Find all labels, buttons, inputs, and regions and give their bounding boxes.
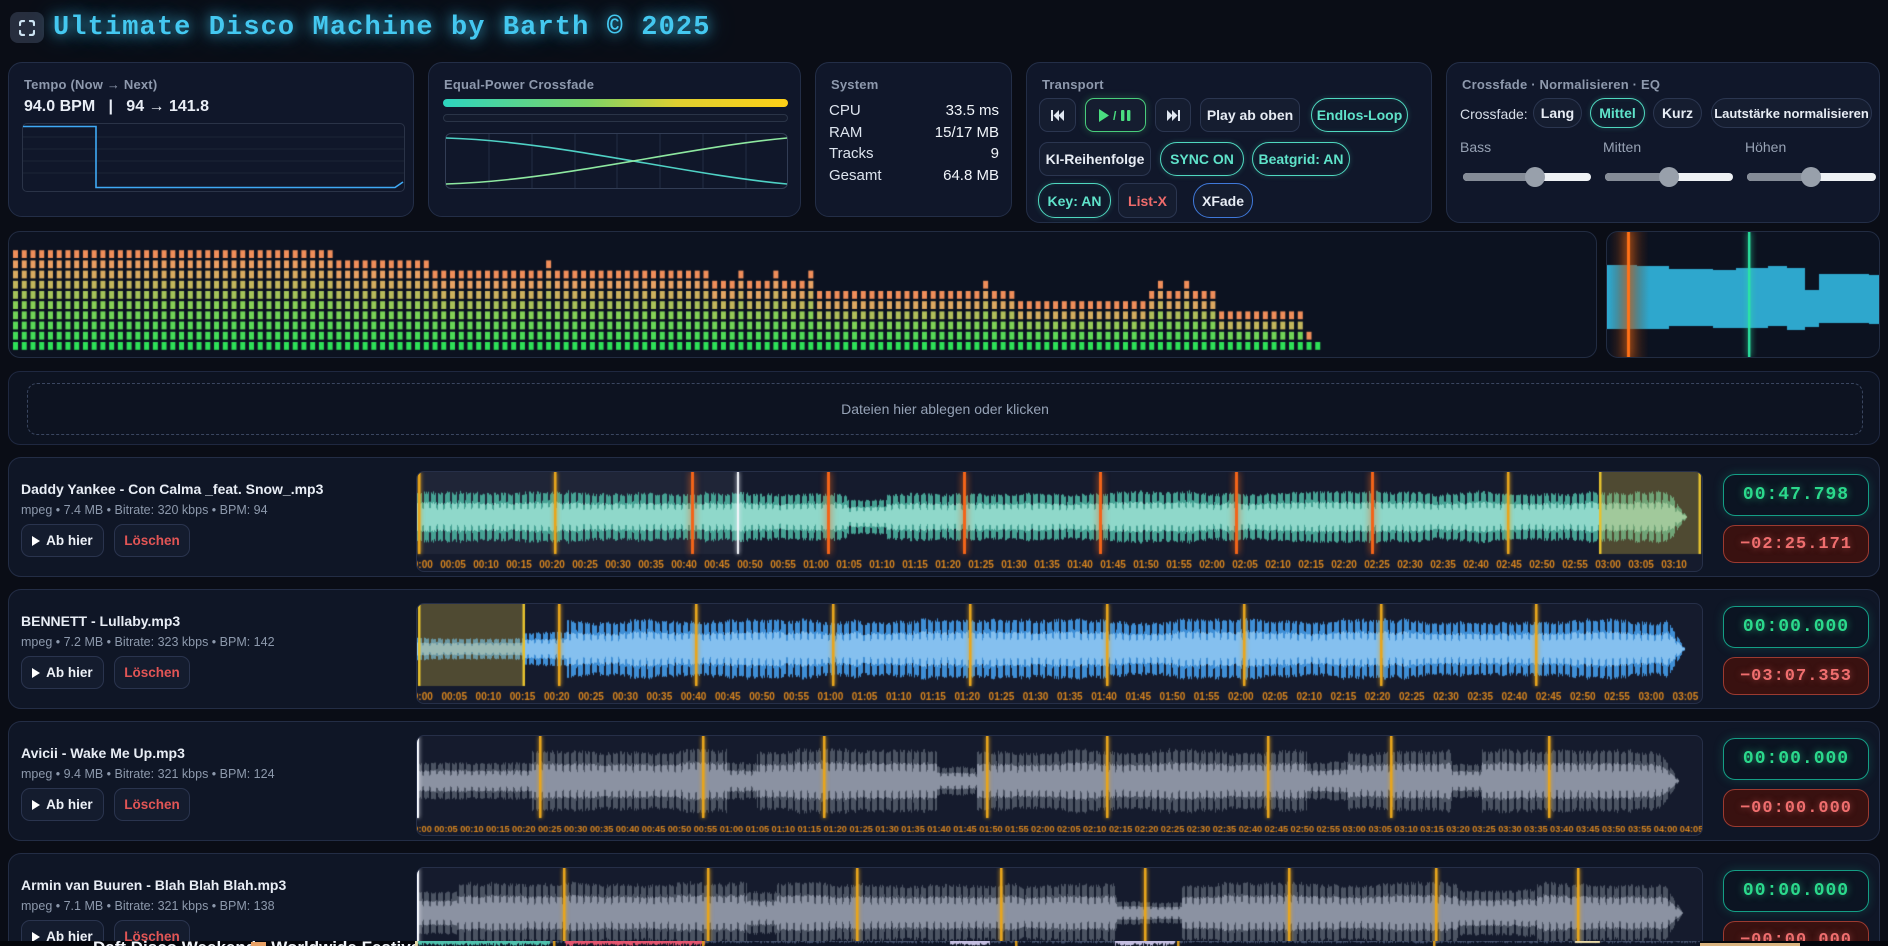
- svg-text:/: /: [1113, 109, 1117, 122]
